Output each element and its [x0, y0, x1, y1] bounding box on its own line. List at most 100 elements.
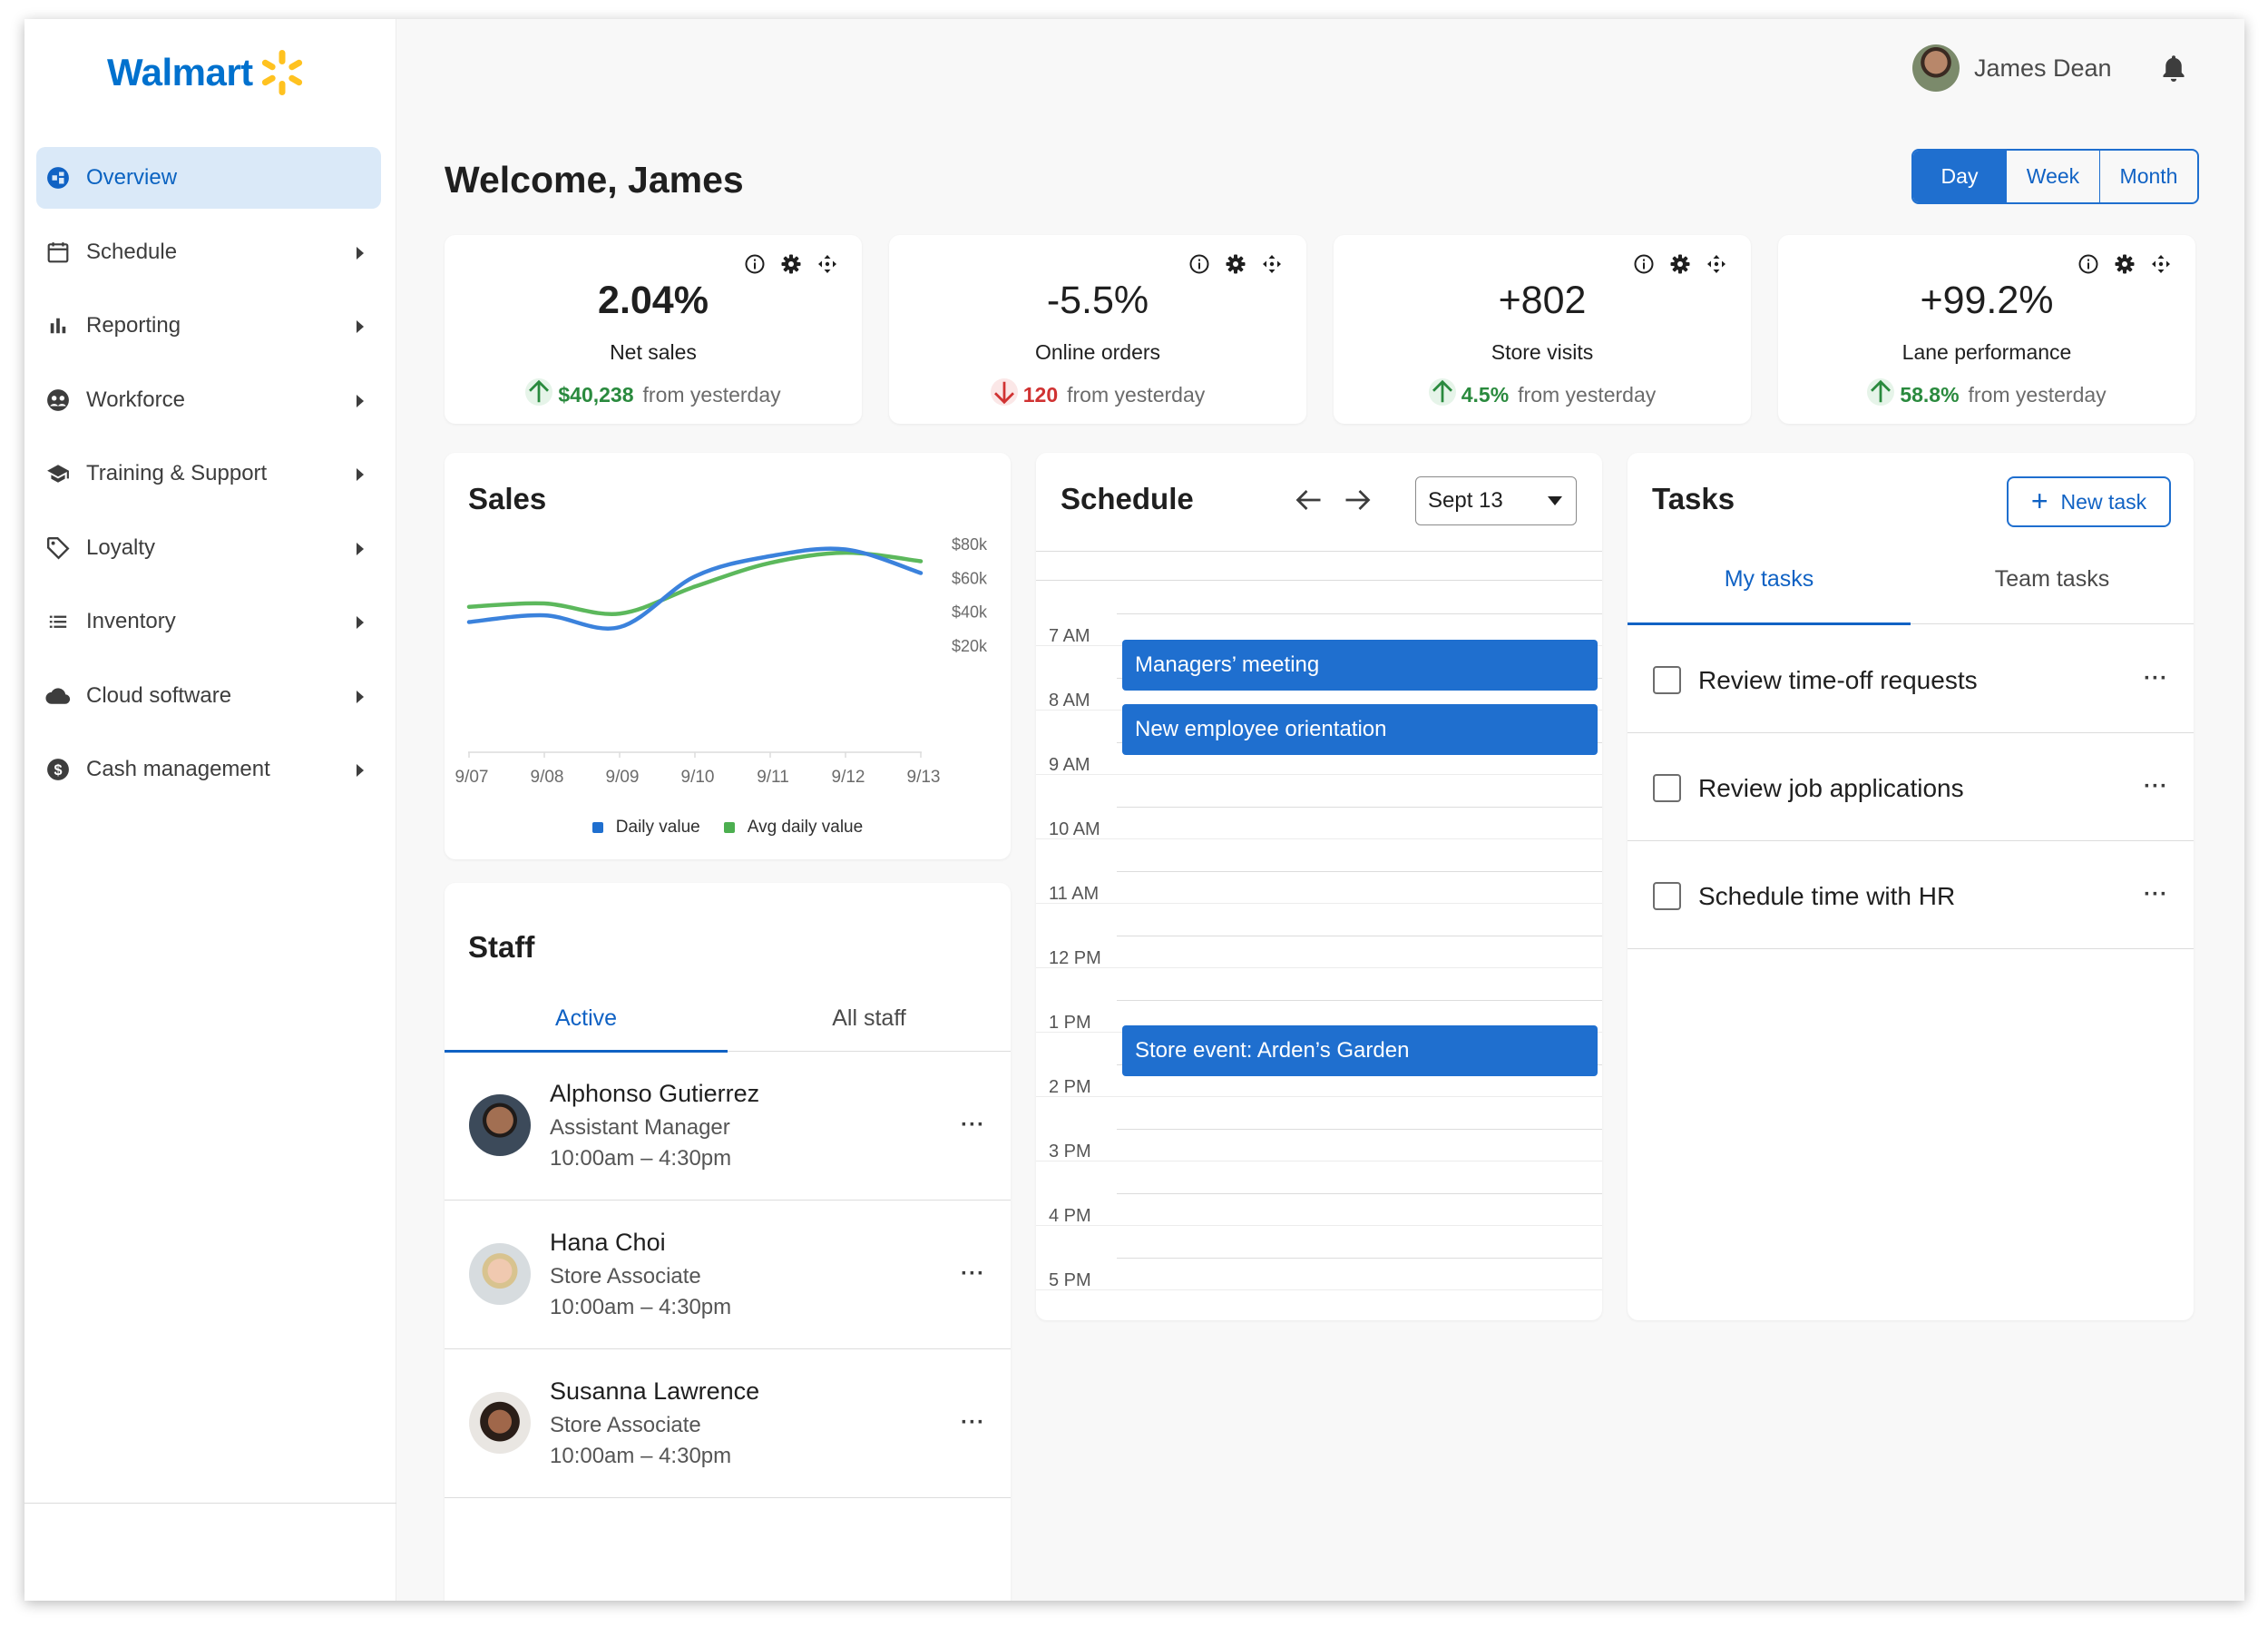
move-icon[interactable]	[1706, 253, 1727, 279]
chevron-right-icon	[357, 246, 364, 260]
bell-icon[interactable]	[2160, 53, 2187, 88]
x-tick-label: 9/12	[832, 768, 865, 787]
date-select[interactable]: Sept 13	[1415, 476, 1577, 525]
sidebar-item-loyalty[interactable]: Loyalty	[36, 517, 381, 579]
half-hour-line	[1036, 967, 1602, 968]
info-icon[interactable]	[1633, 253, 1655, 279]
legend-swatch	[723, 822, 735, 833]
hour-row: 4 PM	[1036, 1193, 1602, 1258]
more-options-icon[interactable]: ···	[961, 1114, 985, 1136]
more-options-icon[interactable]: ···	[2144, 668, 2168, 690]
move-icon[interactable]	[816, 253, 838, 279]
arrow-left-icon[interactable]	[1293, 484, 1325, 516]
range-month-button[interactable]: Month	[2099, 151, 2197, 202]
chevron-right-icon	[357, 764, 364, 777]
tab-my-tasks[interactable]: My tasks	[1628, 535, 1911, 625]
info-icon[interactable]	[2077, 253, 2099, 279]
kpi-delta-suffix: from yesterday	[1067, 382, 1206, 407]
hour-row: 12 PM	[1036, 936, 1602, 1000]
more-options-icon[interactable]: ···	[2144, 884, 2168, 906]
gear-icon[interactable]	[780, 253, 802, 279]
move-icon[interactable]	[2150, 253, 2172, 279]
task-checkbox[interactable]	[1653, 882, 1681, 910]
range-day-button[interactable]: Day	[1913, 151, 2006, 202]
sidebar-item-label: Reporting	[86, 313, 181, 338]
tab-team-tasks[interactable]: Team tasks	[1911, 535, 2194, 623]
new-task-button[interactable]: + New task	[2007, 476, 2171, 527]
chevron-right-icon	[357, 468, 364, 481]
logo-text: Walmart	[107, 51, 253, 93]
sales-card: Sales 9/07 9/08 9/09 9/10 9/11 9/12 9/13 $80k $6…	[445, 453, 1011, 859]
sidebar-item-inventory[interactable]: Inventory	[36, 591, 381, 652]
kpi-actions	[744, 253, 838, 279]
legend-item-avg: Avg daily value	[723, 818, 864, 838]
overview-icon	[45, 165, 71, 191]
sidebar-item-cloud-software[interactable]: Cloud software	[36, 665, 381, 727]
legend-label: Avg daily value	[747, 818, 864, 837]
kpi-delta: 120 from yesterday	[889, 378, 1306, 411]
legend-item-daily: Daily value	[591, 818, 700, 838]
avatar	[469, 1094, 531, 1156]
task-checkbox[interactable]	[1653, 666, 1681, 694]
sidebar-item-workforce[interactable]: Workforce	[36, 369, 381, 431]
kpi-delta: 4.5% from yesterday	[1334, 378, 1751, 411]
sidebar-item-schedule[interactable]: Schedule	[36, 221, 381, 283]
kpi-actions	[1633, 253, 1727, 279]
more-options-icon[interactable]: ···	[961, 1263, 985, 1285]
walmart-logo[interactable]: Walmart	[107, 48, 304, 97]
kpi-delta-value: 4.5%	[1461, 382, 1510, 407]
staff-row[interactable]: Alphonso Gutierrez Assistant Manager 10:…	[445, 1053, 1011, 1201]
kpi-value: -5.5%	[1046, 279, 1149, 322]
move-icon[interactable]	[1261, 253, 1283, 279]
staff-hours: 10:00am – 4:30pm	[550, 1295, 732, 1319]
info-icon[interactable]	[744, 253, 766, 279]
hour-line	[1117, 871, 1602, 872]
x-tick-label: 9/11	[757, 768, 789, 787]
range-week-button[interactable]: Week	[2006, 151, 2099, 202]
chevron-right-icon	[357, 320, 364, 333]
new-task-label: New task	[2060, 489, 2147, 514]
gear-icon[interactable]	[1225, 253, 1246, 279]
sidebar: Walmart Overview Schedule Reporting Work…	[24, 19, 396, 1601]
staff-tabs: Active All staff	[445, 986, 1011, 1053]
kpi-value: +802	[1498, 279, 1587, 322]
kpi-actions	[1188, 253, 1283, 279]
tab-all-staff[interactable]: All staff	[728, 986, 1011, 1051]
hour-label: 9 AM	[1049, 755, 1090, 775]
hour-row: 5 PM	[1036, 1258, 1602, 1322]
staff-row[interactable]: Hana Choi Store Associate 10:00am – 4:30…	[445, 1201, 1011, 1349]
series-line-avg-daily-value	[466, 550, 924, 616]
more-options-icon[interactable]: ···	[2144, 776, 2168, 798]
staff-row[interactable]: Susanna Lawrence Store Associate 10:00am…	[445, 1350, 1011, 1498]
event-managers-meeting[interactable]: Managers’ meeting	[1122, 640, 1598, 691]
staff-title: Staff	[468, 930, 535, 964]
tasks-card: Tasks + New task My tasks Team tasks Rev…	[1628, 453, 2194, 1320]
staff-name: Susanna Lawrence	[550, 1377, 760, 1405]
hour-line	[1117, 1193, 1602, 1194]
user-menu[interactable]: James Dean	[1912, 44, 2112, 92]
task-label: Review time-off requests	[1698, 666, 1978, 694]
sidebar-item-cash-management[interactable]: $ Cash management	[36, 739, 381, 800]
chevron-right-icon	[357, 542, 364, 555]
bar-chart-icon	[45, 313, 71, 338]
hour-line	[1117, 807, 1602, 808]
kpi-delta: 58.8% from yesterday	[1778, 378, 2195, 411]
gear-icon[interactable]	[2114, 253, 2136, 279]
staff-name: Alphonso Gutierrez	[550, 1080, 760, 1107]
hour-label: 3 PM	[1049, 1142, 1091, 1161]
sidebar-item-reporting[interactable]: Reporting	[36, 295, 381, 357]
gear-icon[interactable]	[1669, 253, 1691, 279]
hour-line	[1117, 1000, 1602, 1001]
event-new-employee-orientation[interactable]: New employee orientation	[1122, 704, 1598, 755]
tab-active[interactable]: Active	[445, 986, 728, 1053]
chevron-right-icon	[357, 690, 364, 703]
arrow-right-icon[interactable]	[1341, 484, 1374, 516]
event-store-event[interactable]: Store event: Arden’s Garden	[1122, 1025, 1598, 1076]
staff-hours: 10:00am – 4:30pm	[550, 1146, 732, 1171]
sidebar-item-overview[interactable]: Overview	[36, 147, 381, 209]
task-checkbox[interactable]	[1653, 774, 1681, 802]
info-icon[interactable]	[1188, 253, 1210, 279]
more-options-icon[interactable]: ···	[961, 1412, 985, 1434]
sidebar-item-training[interactable]: Training & Support	[36, 443, 381, 505]
kpi-delta-value: 120	[1022, 382, 1059, 407]
